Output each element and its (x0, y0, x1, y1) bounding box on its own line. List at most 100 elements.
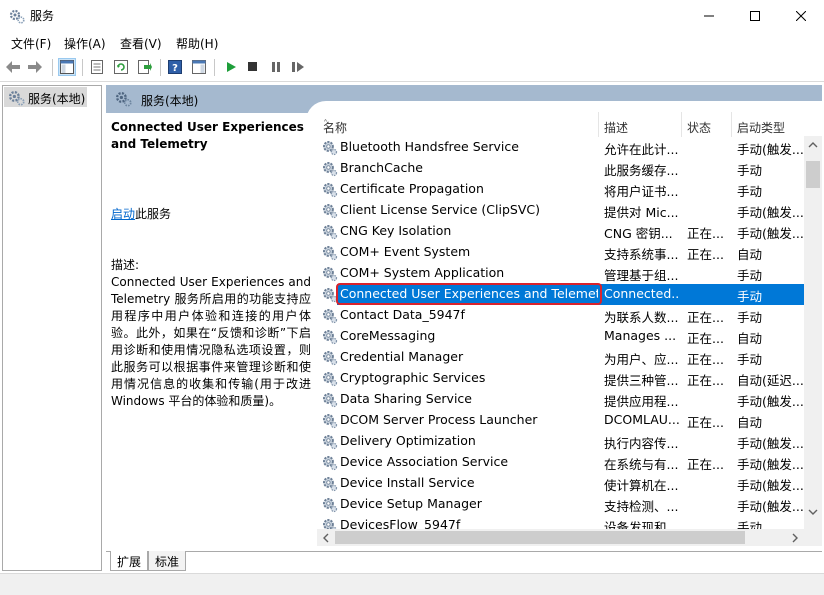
service-name: Cryptographic Services (340, 370, 486, 385)
table-row[interactable]: Client License Service (ClipSVC) 提供对 Mic.… (317, 200, 804, 221)
menu-help[interactable]: 帮助(H) (176, 35, 218, 52)
show-tree-button[interactable] (58, 58, 76, 76)
selected-service-name: Connected User Experiences and Telemetry (111, 120, 304, 151)
vertical-scrollbar[interactable] (804, 136, 822, 546)
service-description: 支持系统事... (604, 247, 679, 261)
table-row[interactable]: Contact Data_5947f 为联系人数... 正在... 手动 (317, 305, 804, 326)
service-status (687, 433, 729, 450)
table-row[interactable]: Certificate Propagation 将用户证书... 手动 (317, 179, 804, 200)
table-row[interactable]: COM+ System Application 管理基于组... 手动 (317, 263, 804, 284)
service-gear-icon (321, 181, 338, 198)
service-startup-type: 手动 (737, 163, 763, 177)
services-gear-icon (9, 8, 25, 24)
tree-node-services-local[interactable]: 服务(本地) (4, 87, 87, 107)
close-icon (796, 10, 806, 21)
service-startup-type: 手动(触发... (737, 499, 804, 513)
service-name: Data Sharing Service (340, 391, 472, 406)
menu-file[interactable]: 文件(F) (11, 35, 51, 52)
service-name: Credential Manager (340, 349, 464, 364)
service-startup-type: 自动 (737, 331, 763, 345)
table-row[interactable]: Cryptographic Services 提供三种管... 正在... 自动(延迟… (317, 368, 804, 389)
column-header-name[interactable]: ˄ 名称 (317, 112, 598, 137)
column-header-description[interactable]: 描述 (598, 112, 681, 137)
table-row[interactable]: Device Install Service 使计算机在... 手动(触发... (317, 473, 804, 494)
column-header-startup-type[interactable]: 启动类型 (731, 112, 822, 137)
service-name: Contact Data_5947f (340, 307, 465, 322)
service-name: Delivery Optimization (340, 433, 476, 448)
help-button[interactable]: ? (166, 58, 184, 76)
service-startup-type: 手动 (737, 184, 763, 198)
back-button[interactable] (4, 58, 22, 76)
table-row[interactable]: Delivery Optimization 执行内容传... 手动(触发... (317, 431, 804, 452)
horizontal-scrollbar[interactable] (317, 529, 804, 546)
menu-action[interactable]: 操作(A) (64, 35, 106, 52)
table-row[interactable]: Credential Manager 为用户、应... 正在... 手动 (317, 347, 804, 368)
close-button[interactable] (778, 0, 824, 31)
table-row-selected[interactable]: Connected User Experiences and Telemetry… (317, 283, 804, 305)
service-startup-type: 手动(触发... (737, 478, 804, 492)
toolbar-separator (52, 59, 53, 76)
service-description: 提供三种管... (604, 373, 679, 387)
table-row[interactable]: CNG Key Isolation CNG 密钥... 正在... 手动(触发... (317, 221, 804, 242)
service-description: 管理基于组... (604, 268, 679, 282)
pause-service-button[interactable] (267, 58, 285, 76)
service-description: Manages ... (604, 328, 677, 343)
console-tree-icon (60, 60, 74, 74)
forward-arrow-icon (28, 61, 42, 73)
forward-button[interactable] (26, 58, 44, 76)
service-name: CNG Key Isolation (340, 223, 452, 238)
service-description: CNG 密钥... (604, 226, 673, 240)
service-status (687, 496, 729, 513)
show-action-pane-button[interactable] (190, 58, 208, 76)
service-gear-icon (321, 475, 338, 492)
tree-node-label: 服务(本地) (28, 92, 86, 106)
tab-standard[interactable]: 标准 (148, 551, 187, 571)
horizontal-scroll-thumb[interactable] (335, 531, 745, 544)
refresh-icon (114, 60, 128, 74)
tab-extended[interactable]: 扩展 (110, 551, 149, 571)
export-list-button[interactable] (136, 58, 154, 76)
back-arrow-icon (6, 61, 20, 73)
table-row[interactable]: BranchCache 此服务缓存... 手动 (317, 158, 804, 179)
stop-service-button[interactable] (244, 58, 262, 76)
service-status (687, 181, 729, 198)
minimize-button[interactable] (686, 0, 732, 31)
service-name: Device Install Service (340, 475, 475, 490)
service-gear-icon (321, 202, 338, 219)
start-service-button[interactable] (222, 58, 240, 76)
table-row[interactable]: Device Setup Manager 支持检测、... 手动(触发... (317, 494, 804, 515)
vertical-scroll-thumb[interactable] (806, 161, 820, 188)
restart-icon (292, 62, 304, 72)
services-gear-icon (115, 90, 132, 110)
svg-text:?: ? (172, 63, 178, 74)
service-name: Device Association Service (340, 454, 509, 469)
maximize-icon (750, 10, 760, 21)
stop-icon (248, 62, 257, 71)
maximize-button[interactable] (732, 0, 778, 31)
service-startup-type: 手动 (737, 310, 763, 324)
service-gear-icon (321, 349, 338, 366)
service-status (687, 160, 729, 177)
refresh-button[interactable] (112, 58, 130, 76)
restart-service-button[interactable] (289, 58, 307, 76)
properties-button[interactable] (88, 58, 106, 76)
toolbar-separator (82, 59, 83, 76)
service-name: COM+ Event System (340, 244, 471, 259)
service-gear-icon (321, 160, 338, 177)
start-service-link[interactable]: 启动 (111, 207, 135, 221)
service-startup-type: 手动(触发... (737, 226, 804, 240)
table-row[interactable]: Device Association Service 在系统与有... 正在... 手… (317, 452, 804, 473)
table-row[interactable]: Data Sharing Service 提供应用程... 手动(触发... (317, 389, 804, 410)
scroll-up-icon (808, 142, 818, 148)
service-startup-type: 自动 (737, 247, 763, 261)
column-header-status[interactable]: 状态 (681, 112, 731, 137)
table-row[interactable]: CoreMessaging Manages ... 正在... 自动 (317, 326, 804, 347)
table-row[interactable]: COM+ Event System 支持系统事... 正在... 自动 (317, 242, 804, 263)
service-status (687, 139, 729, 156)
service-description: Connected... (604, 286, 679, 301)
table-row[interactable]: Bluetooth Handsfree Service 允许在此计... 手动(触发… (317, 137, 804, 158)
table-row[interactable]: DCOM Server Process Launcher DCOMLAU... 正在… (317, 410, 804, 431)
service-status: 正在... (687, 352, 724, 366)
menu-view[interactable]: 查看(V) (120, 35, 162, 52)
service-status (687, 391, 729, 408)
